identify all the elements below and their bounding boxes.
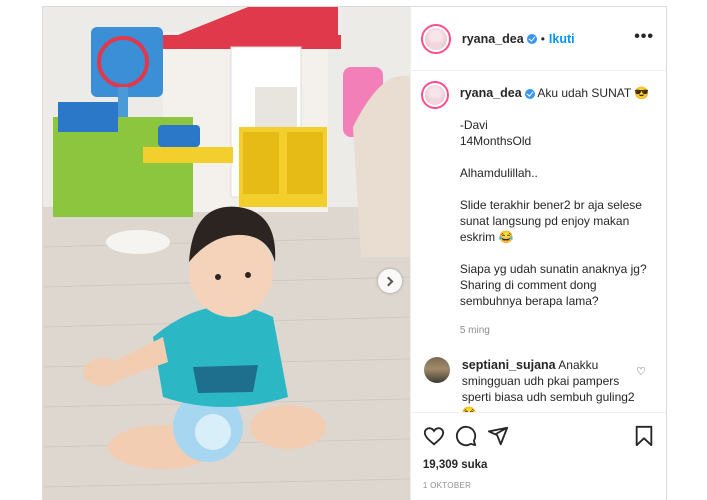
- caption-line: 14MonthsOld: [459, 134, 532, 148]
- more-options-icon[interactable]: •••: [634, 29, 654, 45]
- comment-item: septiani_sujana Anakku smingguan udh pka…: [421, 357, 656, 412]
- caption: ryana_dea Aku udah SUNAT 😎 -Davi 14Month…: [420, 81, 656, 339]
- author-avatar[interactable]: [420, 23, 451, 54]
- caption-username[interactable]: ryana_dea: [460, 86, 522, 100]
- post-actions: 19,309 suka 1 OKTOBER: [410, 412, 666, 500]
- post-side-panel: ryana_dea • Ikuti ••• ryana_dea Aku udah…: [409, 7, 666, 500]
- comments-section[interactable]: ryana_dea Aku udah SUNAT 😎 -Davi 14Month…: [411, 71, 666, 412]
- caption-first-line: Aku udah SUNAT 😎: [537, 86, 650, 100]
- verified-badge-icon: [524, 88, 535, 99]
- post-header: ryana_dea • Ikuti •••: [410, 7, 666, 71]
- comment-like-heart-icon[interactable]: ♡: [636, 365, 646, 378]
- verified-badge-icon: [526, 33, 537, 44]
- comment-icon[interactable]: [455, 425, 477, 447]
- caption-line: Siapa yg udah sunatin anaknya jg? Sharin…: [459, 262, 650, 308]
- share-icon[interactable]: [487, 425, 509, 447]
- like-count[interactable]: 19,309 suka: [423, 459, 654, 471]
- heart-icon[interactable]: [423, 425, 445, 447]
- caption-line: Slide terakhir bener2 br aja selese suna…: [459, 198, 646, 244]
- caption-line: Alhamdulillah..: [459, 166, 538, 180]
- post-photo[interactable]: [43, 7, 410, 500]
- instagram-post: ryana_dea • Ikuti ••• ryana_dea Aku udah…: [42, 6, 667, 500]
- author-username[interactable]: ryana_dea: [462, 32, 524, 46]
- commenter-avatar[interactable]: [423, 357, 450, 383]
- bookmark-icon[interactable]: [634, 425, 654, 447]
- caption-line: -Davi: [459, 118, 488, 132]
- caption-author-avatar[interactable]: [420, 81, 449, 109]
- photo-illustration: [43, 7, 410, 500]
- post-time-ago[interactable]: 5 ming: [460, 323, 656, 339]
- follow-button[interactable]: Ikuti: [549, 32, 575, 46]
- separator-dot: •: [540, 31, 545, 46]
- next-slide-button[interactable]: [377, 269, 402, 293]
- commenter-username[interactable]: septiani_sujana: [462, 358, 556, 372]
- post-date[interactable]: 1 OKTOBER: [423, 481, 654, 490]
- chevron-right-icon: [383, 276, 394, 286]
